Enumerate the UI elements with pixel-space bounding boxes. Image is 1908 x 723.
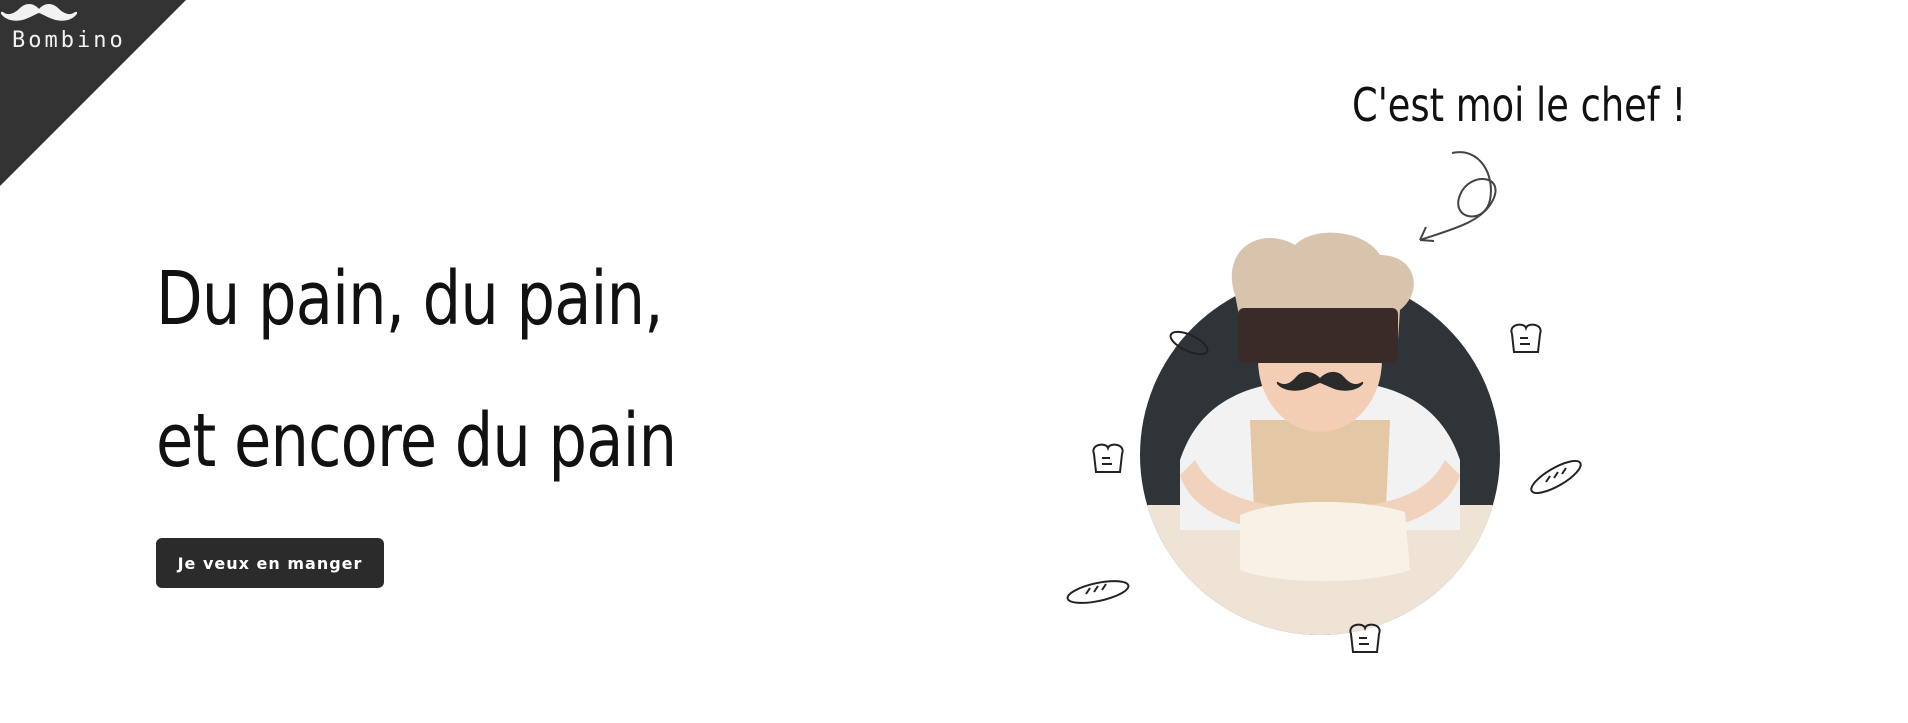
headline-line-1: Du pain, du pain, <box>156 256 664 342</box>
hero-headline: Du pain, du pain, et encore du pain <box>156 228 677 512</box>
bread-slice-icon <box>1092 443 1124 473</box>
baguette-icon <box>1530 459 1582 495</box>
mustache-icon <box>0 4 78 21</box>
brand-name: Bombino <box>12 28 126 53</box>
headline-line-2: et encore du pain <box>156 398 677 484</box>
brand-logo-link[interactable]: Bombino <box>0 0 186 186</box>
baguette-icon <box>1066 580 1130 604</box>
bread-slice-icon <box>1349 623 1381 653</box>
cta-button[interactable]: Je veux en manger <box>156 538 384 588</box>
child-chef-photo <box>1140 232 1500 635</box>
baguette-icon <box>1169 330 1209 356</box>
chef-caption: C'est moi le chef ! <box>1352 78 1687 132</box>
bread-slice-icon <box>1510 323 1542 353</box>
landing-page: Bombino Du pain, du pain, et encore du p… <box>0 0 1908 723</box>
